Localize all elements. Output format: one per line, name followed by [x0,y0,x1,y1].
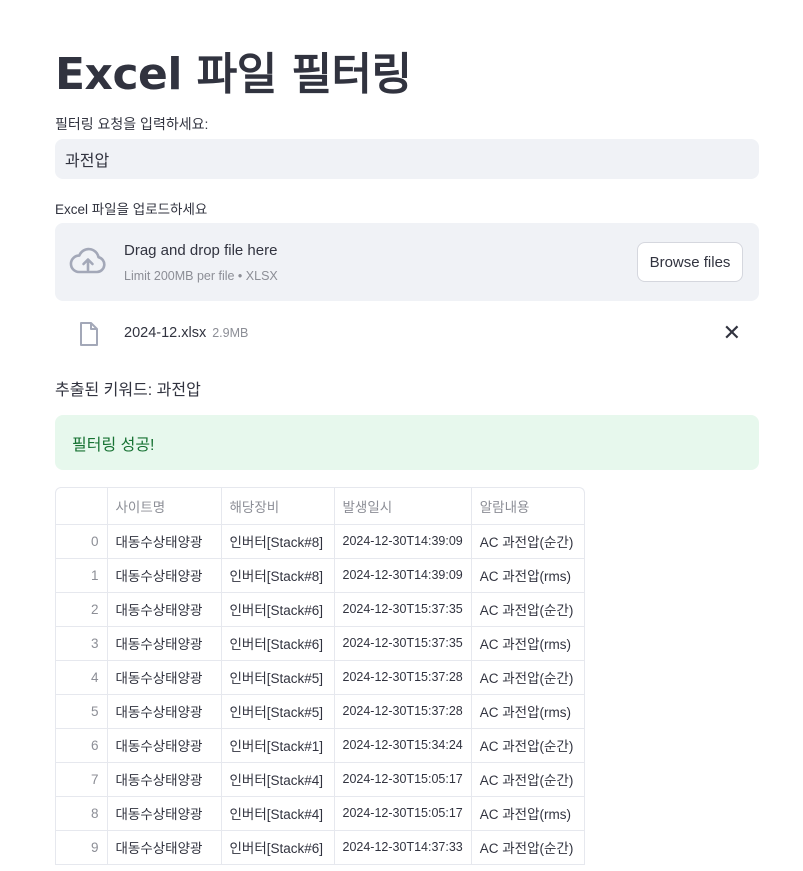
file-name: 2024-12.xlsx 2.9MB [124,325,248,341]
table-header-row: 사이트명 해당장비 발생일시 알람내용 [56,488,585,525]
cell-datetime[interactable]: 2024-12-30T15:37:35 [334,592,472,627]
cell-device[interactable]: 인버터[Stack#6] [221,830,335,865]
cell-alarm[interactable]: AC 과전압(rms) [471,558,585,593]
table-row: 4 대동수상태양광 인버터[Stack#5] 2024-12-30T15:37:28 A… [56,660,585,695]
cloud-upload-icon [69,246,107,283]
cell-datetime[interactable]: 2024-12-30T15:37:35 [334,626,472,661]
cell-site[interactable]: 대동수상태양광 [107,524,222,559]
cell-datetime[interactable]: 2024-12-30T15:37:28 [334,660,472,695]
cell-site[interactable]: 대동수상태양광 [107,660,222,695]
table-row: 0 대동수상태양광 인버터[Stack#8] 2024-12-30T14:39:09 A… [56,524,585,559]
cell-alarm[interactable]: AC 과전압(순간) [471,830,585,865]
dropzone-limit: Limit 200MB per file • XLSX [124,269,278,283]
cell-device[interactable]: 인버터[Stack#4] [221,796,335,831]
cell-alarm[interactable]: AC 과전압(rms) [471,796,585,831]
table-row: 5 대동수상태양광 인버터[Stack#5] 2024-12-30T15:37:28 A… [56,694,585,729]
row-index: 3 [56,626,108,661]
cell-alarm[interactable]: AC 과전압(순간) [471,592,585,627]
cell-site[interactable]: 대동수상태양광 [107,694,222,729]
success-message: 필터링 성공! [72,436,155,454]
results-dataframe[interactable]: 사이트명 해당장비 발생일시 알람내용 0 대동수상태양광 인버터[Stack#8]… [55,487,586,865]
column-header-index[interactable] [56,488,108,525]
cell-device[interactable]: 인버터[Stack#8] [221,558,335,593]
table-row: 6 대동수상태양광 인버터[Stack#1] 2024-12-30T15:34:24 A… [56,728,585,763]
extracted-keyword-text: 추출된 키워드: 과전압 [55,382,201,399]
cell-site[interactable]: 대동수상태양광 [107,592,222,627]
cell-device[interactable]: 인버터[Stack#6] [221,626,335,661]
cell-datetime[interactable]: 2024-12-30T14:39:09 [334,558,472,593]
cell-datetime[interactable]: 2024-12-30T15:34:24 [334,728,472,763]
uploaded-file-row: 2024-12.xlsx 2.9MB ✕ [55,318,759,350]
cell-alarm[interactable]: AC 과전압(순간) [471,524,585,559]
cell-datetime[interactable]: 2024-12-30T14:39:09 [334,524,472,559]
table-row: 7 대동수상태양광 인버터[Stack#4] 2024-12-30T15:05:17 A… [56,762,585,797]
cell-alarm[interactable]: AC 과전압(rms) [471,626,585,661]
cell-site[interactable]: 대동수상태양광 [107,728,222,763]
browse-files-button[interactable]: Browse files [637,242,743,282]
success-alert: 필터링 성공! [55,415,759,470]
cell-site[interactable]: 대동수상태양광 [107,626,222,661]
dropzone-title: Drag and drop file here [124,242,278,259]
row-index: 6 [56,728,108,763]
table-row: 8 대동수상태양광 인버터[Stack#4] 2024-12-30T15:05:17 A… [56,796,585,831]
cell-site[interactable]: 대동수상태양광 [107,558,222,593]
row-index: 8 [56,796,108,831]
file-dropzone[interactable]: Drag and drop file here Limit 200MB per … [55,223,759,301]
row-index: 0 [56,524,108,559]
cell-alarm[interactable]: AC 과전압(순간) [471,762,585,797]
file-name-text: 2024-12.xlsx [124,325,207,341]
cell-site[interactable]: 대동수상태양광 [107,762,222,797]
column-header-alarm[interactable]: 알람내용 [471,488,585,525]
row-index: 5 [56,694,108,729]
results-table: 사이트명 해당장비 발생일시 알람내용 0 대동수상태양광 인버터[Stack#8]… [56,488,585,865]
row-index: 2 [56,592,108,627]
filter-label: 필터링 요청을 입력하세요: [55,116,209,132]
file-size: 2.9MB [212,326,249,340]
table-row: 3 대동수상태양광 인버터[Stack#6] 2024-12-30T15:37:35 A… [56,626,585,661]
row-index: 4 [56,660,108,695]
cell-device[interactable]: 인버터[Stack#6] [221,592,335,627]
column-header-site[interactable]: 사이트명 [107,488,222,525]
close-icon[interactable]: ✕ [723,322,741,344]
cell-device[interactable]: 인버터[Stack#5] [221,660,335,695]
cell-device[interactable]: 인버터[Stack#1] [221,728,335,763]
upload-label: Excel 파일을 업로드하세요 [55,202,208,217]
cell-datetime[interactable]: 2024-12-30T15:05:17 [334,796,472,831]
cell-datetime[interactable]: 2024-12-30T14:37:33 [334,830,472,865]
cell-alarm[interactable]: AC 과전압(순간) [471,728,585,763]
filter-input[interactable]: 과전압 [55,139,759,179]
cell-alarm[interactable]: AC 과전압(순간) [471,660,585,695]
cell-device[interactable]: 인버터[Stack#5] [221,694,335,729]
table-row: 9 대동수상태양광 인버터[Stack#6] 2024-12-30T14:37:33 A… [56,830,585,865]
row-index: 7 [56,762,108,797]
cell-device[interactable]: 인버터[Stack#8] [221,524,335,559]
row-index: 1 [56,558,108,593]
table-row: 1 대동수상태양광 인버터[Stack#8] 2024-12-30T14:39:09 A… [56,558,585,593]
column-header-datetime[interactable]: 발생일시 [334,488,472,525]
column-header-device[interactable]: 해당장비 [221,488,335,525]
file-icon [79,321,99,352]
page-title: Excel 파일 필터링 [55,49,412,100]
table-row: 2 대동수상태양광 인버터[Stack#6] 2024-12-30T15:37:35 A… [56,592,585,627]
cell-alarm[interactable]: AC 과전압(rms) [471,694,585,729]
cell-site[interactable]: 대동수상태양광 [107,796,222,831]
filter-input-value: 과전압 [65,153,110,170]
cell-datetime[interactable]: 2024-12-30T15:05:17 [334,762,472,797]
cell-device[interactable]: 인버터[Stack#4] [221,762,335,797]
cell-site[interactable]: 대동수상태양광 [107,830,222,865]
row-index: 9 [56,830,108,865]
cell-datetime[interactable]: 2024-12-30T15:37:28 [334,694,472,729]
